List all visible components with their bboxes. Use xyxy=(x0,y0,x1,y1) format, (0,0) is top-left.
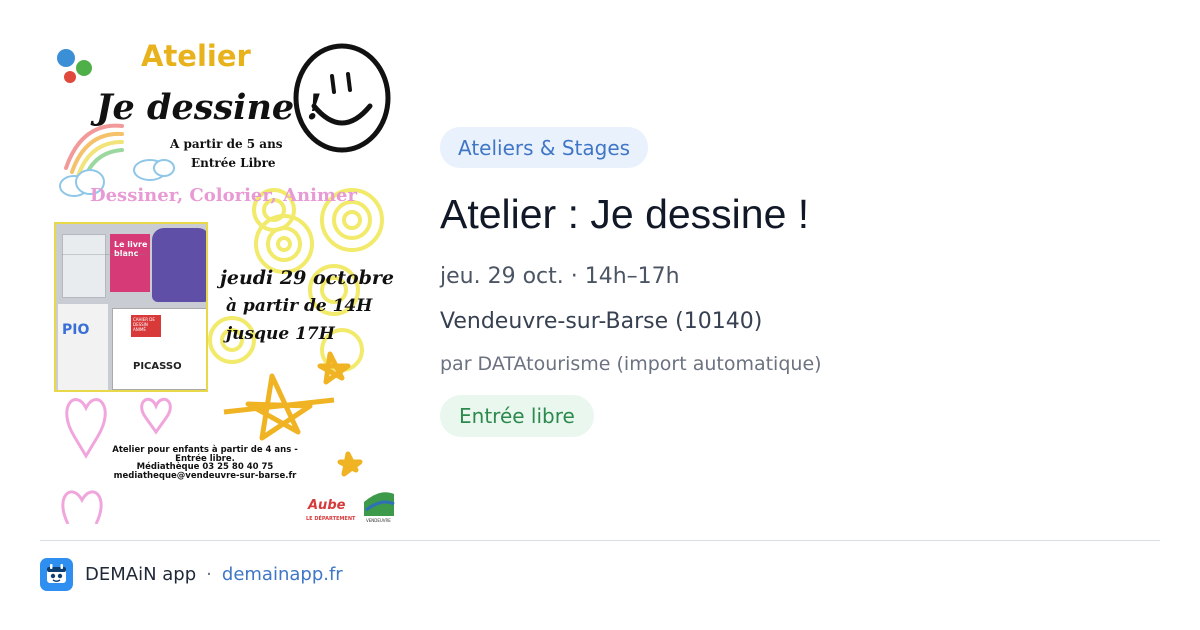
poster-entry: Entrée Libre xyxy=(191,156,276,170)
poster-activities: Dessiner, Colorier, Animer xyxy=(90,185,357,206)
vendeuvre-logo xyxy=(364,492,395,516)
poster-date: jeudi 29 octobre 2026 xyxy=(220,267,398,289)
poster-start: à partir de 14H xyxy=(226,296,373,316)
poster-logo-red xyxy=(64,71,76,83)
app-domain-link[interactable]: demainapp.fr xyxy=(222,564,343,585)
poster-title: Je dessine ! xyxy=(96,87,322,128)
app-name: DEMAiN app xyxy=(85,564,197,585)
footer-separator: · xyxy=(206,564,212,585)
poster-heading: Atelier xyxy=(141,40,251,73)
category-badge: Ateliers & Stages xyxy=(440,127,649,168)
footer: DEMAiN app · demainapp.fr xyxy=(40,558,343,591)
poster-logo-vendeuvre: VENDEUVRE xyxy=(366,518,391,523)
event-source: par DATAtourisme (import automatique) xyxy=(440,353,822,375)
poster-logo-blue xyxy=(57,49,75,67)
poster-photo: Le livre blanc PIO CAHIER DE DESSIN ANIM… xyxy=(54,222,208,392)
poster-logo-green xyxy=(76,60,92,76)
event-datetime: jeu. 29 oct. · 14h–17h xyxy=(440,264,680,289)
event-location: Vendeuvre-sur-Barse (10140) xyxy=(440,309,763,334)
divider xyxy=(40,540,1160,541)
event-poster-image: Atelier Je dessine ! A partir de 5 ans E… xyxy=(52,40,398,524)
poster-logo-aube-sub: LE DÉPARTEMENT xyxy=(306,516,356,522)
poster-machine xyxy=(152,228,206,302)
event-title: Atelier : Je dessine ! xyxy=(440,191,810,237)
poster-end: jusque 17H xyxy=(226,324,335,344)
poster-age: A partir de 5 ans xyxy=(170,137,283,151)
poster-book-picasso: CAHIER DE DESSIN ANIMÉ PICASSO xyxy=(112,308,206,390)
poster-book-pio: PIO xyxy=(58,304,108,390)
demain-app-logo-icon xyxy=(40,558,73,591)
price-badge: Entrée libre xyxy=(440,395,594,437)
poster-info: Atelier pour enfants à partir de 4 ans -… xyxy=(112,445,298,481)
poster-logo-aube: Aube xyxy=(308,498,346,513)
